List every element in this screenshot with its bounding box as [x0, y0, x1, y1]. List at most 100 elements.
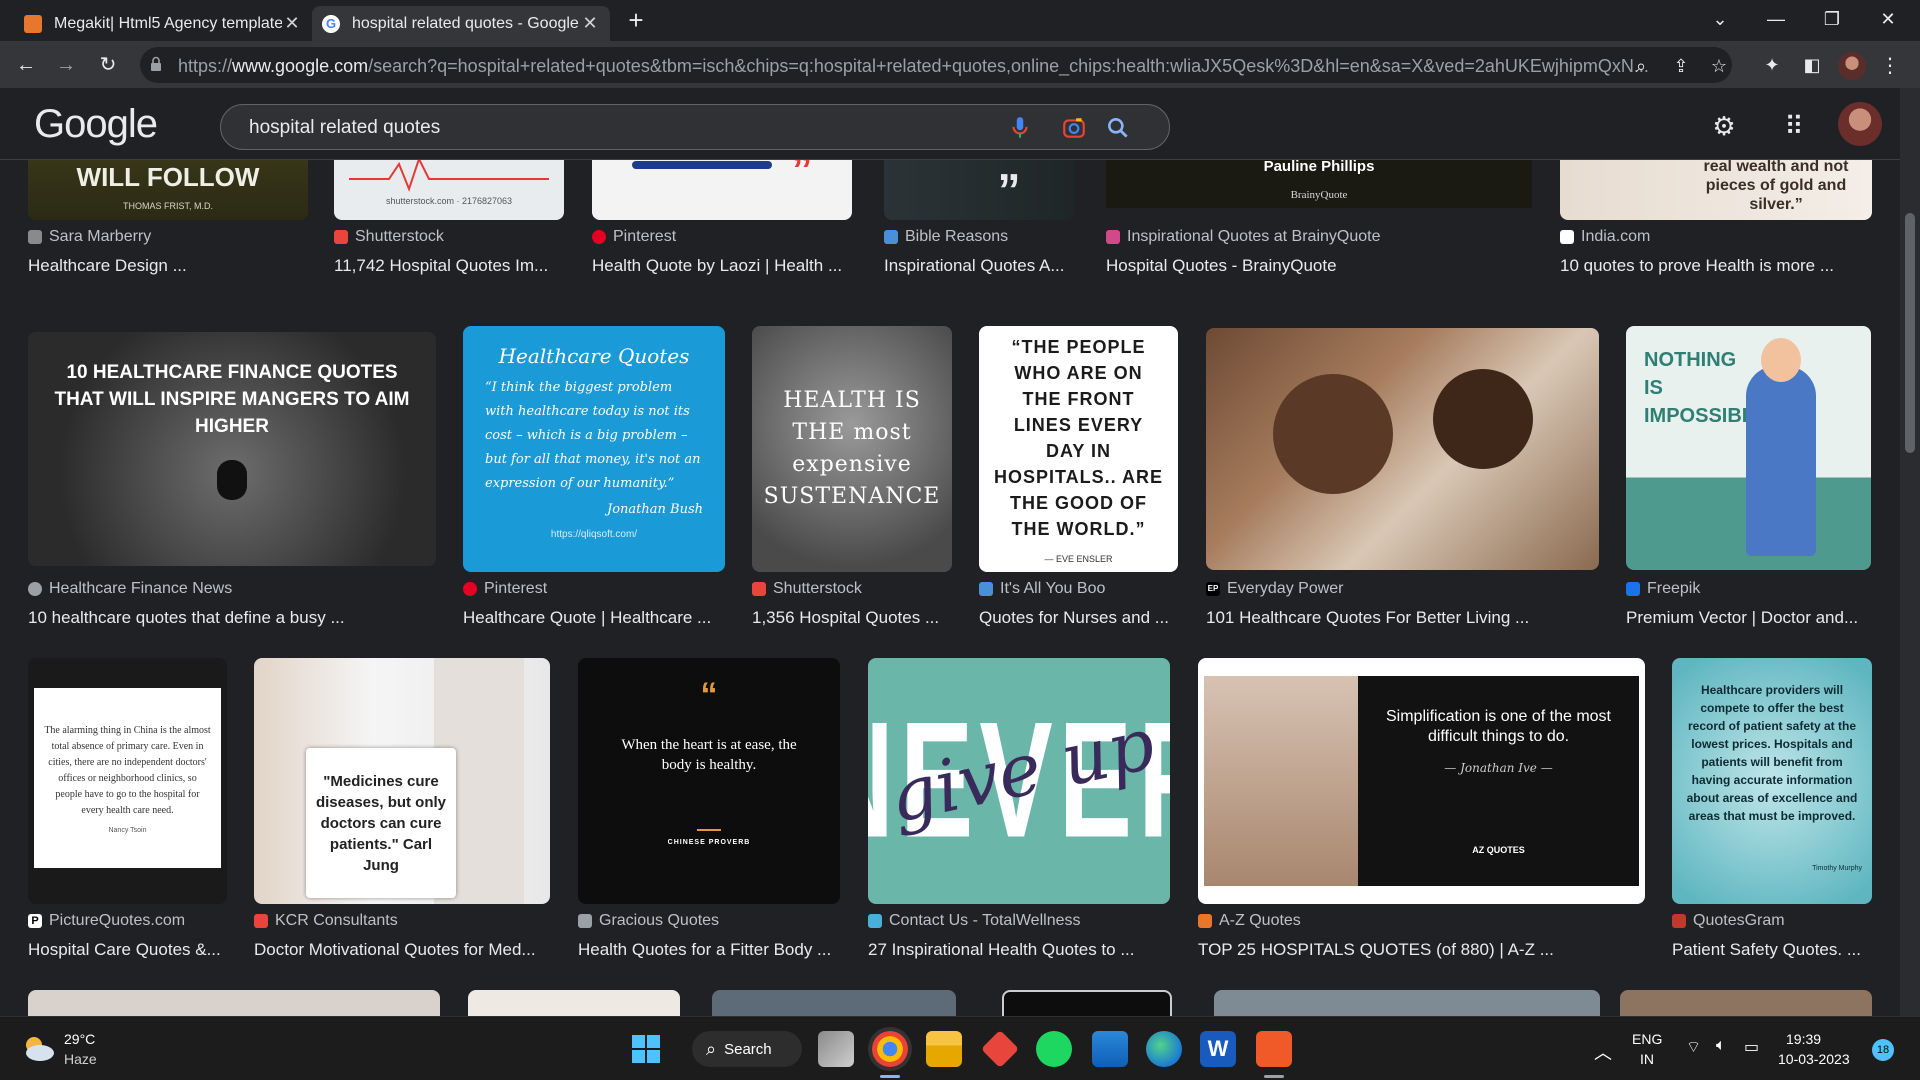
result-thumbnail[interactable] [1620, 990, 1872, 1016]
result-thumbnail[interactable]: ” [592, 160, 852, 220]
result-caption[interactable]: Quotes for Nurses and ... [979, 608, 1178, 628]
tray-chevron-icon[interactable]: ︿ [1594, 1039, 1612, 1065]
result-thumbnail[interactable]: ” [884, 160, 1074, 220]
bookmark-star-icon[interactable]: ☆ [1708, 55, 1730, 77]
result-card[interactable]: The alarming thing in China is the almos… [28, 658, 227, 959]
app-orange-icon[interactable] [1256, 1031, 1292, 1067]
result-thumbnail[interactable]: Healthcare providers will compete to off… [1672, 658, 1872, 904]
result-thumbnail[interactable] [28, 990, 440, 1016]
result-card[interactable]: Simplification is one of the most diffic… [1198, 658, 1645, 959]
minimize-button[interactable]: — [1748, 0, 1804, 41]
result-source[interactable]: EP Everyday Power [1206, 580, 1344, 598]
result-thumbnail[interactable]: “THE PEOPLE WHO ARE ON THE FRONT LINES E… [979, 326, 1178, 572]
result-card[interactable]: HEALTH IS THE most expensive SUSTENANCE … [752, 326, 952, 627]
back-button[interactable]: ← [10, 49, 42, 81]
notification-badge[interactable]: 18 [1872, 1039, 1894, 1061]
language-bottom[interactable]: IN [1640, 1051, 1654, 1067]
result-thumbnail[interactable] [1214, 990, 1600, 1016]
result-thumbnail[interactable]: “ When the heart is at ease, the body is… [578, 658, 840, 904]
result-caption[interactable]: Doctor Motivational Quotes for Med... [254, 940, 550, 960]
share-icon[interactable]: ⇪ [1670, 55, 1692, 77]
word-icon[interactable]: W [1200, 1031, 1236, 1067]
language-top[interactable]: ENG [1632, 1031, 1662, 1047]
result-card[interactable]: ” Bible Reasons Inspirational Quotes A..… [884, 160, 1074, 280]
windows-start-icon[interactable] [628, 1031, 664, 1067]
taskbar-search-button[interactable]: ⌕ Search [692, 1031, 802, 1067]
result-source[interactable]: Inspirational Quotes at BrainyQuote [1106, 228, 1380, 246]
result-source[interactable]: P PictureQuotes.com [28, 912, 185, 930]
result-source[interactable]: KCR Consultants [254, 912, 398, 930]
result-thumbnail[interactable]: The alarming thing in China is the almos… [28, 658, 227, 904]
result-source[interactable]: Shutterstock [334, 228, 444, 246]
lens-search-icon[interactable] [1061, 115, 1087, 141]
result-caption[interactable]: 101 Healthcare Quotes For Better Living … [1206, 608, 1599, 628]
file-explorer-icon[interactable] [926, 1031, 962, 1067]
new-tab-button[interactable]: + [622, 6, 650, 34]
result-thumbnail[interactable]: NOTHING IS IMPOSSIBLE [1626, 326, 1871, 570]
result-source[interactable]: Bible Reasons [884, 228, 1008, 246]
result-thumbnail[interactable] [1206, 328, 1599, 570]
extensions-puzzle-icon[interactable]: ✦ [1758, 51, 1786, 79]
weather-cloud-icon[interactable] [20, 1033, 56, 1063]
result-thumbnail[interactable]: Healthcare Quotes “I think the biggest p… [463, 326, 725, 572]
result-caption[interactable]: Hospital Care Quotes &... [28, 940, 227, 960]
close-tab-icon[interactable]: ✕ [282, 13, 302, 34]
volume-icon[interactable]: 🔈︎ [1716, 1037, 1726, 1055]
account-avatar[interactable] [1838, 102, 1882, 146]
result-card[interactable]: Healthcare providers will compete to off… [1672, 658, 1872, 959]
result-source[interactable]: Gracious Quotes [578, 912, 719, 930]
search-query[interactable]: hospital related quotes [249, 117, 440, 139]
zoom-icon[interactable]: ⌕ [1630, 55, 1652, 77]
result-card[interactable]: Healthcare Quotes “I think the biggest p… [463, 326, 725, 627]
close-tab-icon[interactable]: ✕ [580, 13, 600, 34]
clock-date[interactable]: 10-03-2023 [1778, 1051, 1850, 1067]
result-thumbnail[interactable] [1002, 990, 1172, 1016]
result-caption[interactable]: Healthcare Design ... [28, 256, 308, 276]
result-caption[interactable]: Health Quote by Laozi | Health ... [592, 256, 852, 276]
result-source[interactable]: Pinterest [463, 580, 547, 598]
wifi-icon[interactable]: ⌔ [1686, 1037, 1701, 1057]
result-caption[interactable]: Inspirational Quotes A... [884, 256, 1074, 276]
mail-icon[interactable] [1092, 1031, 1128, 1067]
result-card[interactable]: “ When the heart is at ease, the body is… [578, 658, 840, 959]
result-thumbnail[interactable]: Simplification is one of the most diffic… [1198, 658, 1645, 904]
google-logo[interactable]: Google [34, 102, 158, 147]
result-thumbnail[interactable]: HEALTH IS THE most expensive SUSTENANCE [752, 326, 952, 572]
apps-grid-icon[interactable]: ⠿ [1776, 108, 1812, 144]
result-card[interactable]: ” Pinterest Health Quote by Laozi | Heal… [592, 160, 852, 280]
app-diamond-icon[interactable] [980, 1029, 1020, 1069]
result-thumbnail[interactable]: NEVER give up [868, 658, 1170, 904]
result-card[interactable]: "Medicines cure diseases, but only docto… [254, 658, 550, 959]
result-thumbnail[interactable]: 10 HEALTHCARE FINANCE QUOTES THAT WILL I… [28, 332, 436, 566]
result-source[interactable]: Shutterstock [752, 580, 862, 598]
result-caption[interactable]: Premium Vector | Doctor and... [1626, 608, 1871, 628]
result-source[interactable]: India.com [1560, 228, 1650, 246]
result-source[interactable]: A-Z Quotes [1198, 912, 1301, 930]
tab-google-search[interactable]: G hospital related quotes - Google ✕ [312, 6, 610, 41]
search-box[interactable]: hospital related quotes [220, 104, 1170, 150]
result-card[interactable]: 10 HEALTHCARE FINANCE QUOTES THAT WILL I… [28, 332, 436, 627]
result-card[interactable]: WILL FOLLOW THOMAS FRIST, M.D. Sara Marb… [28, 160, 308, 280]
result-card[interactable]: EP Everyday Power 101 Healthcare Quotes F… [1206, 328, 1599, 627]
spotify-icon[interactable] [1036, 1031, 1072, 1067]
result-source[interactable]: Healthcare Finance News [28, 580, 232, 598]
side-panel-icon[interactable]: ◧ [1798, 51, 1826, 79]
chrome-menu-icon[interactable]: ⋮ [1880, 52, 1900, 80]
battery-icon[interactable]: ▭ [1744, 1037, 1759, 1057]
result-caption[interactable]: Patient Safety Quotes. ... [1672, 940, 1872, 960]
result-caption[interactable]: 10 healthcare quotes that define a busy … [28, 608, 436, 628]
reload-button[interactable]: ↻ [92, 49, 124, 81]
clock-time[interactable]: 19:39 [1786, 1031, 1821, 1047]
result-caption[interactable]: TOP 25 HOSPITALS QUOTES (of 880) | A-Z .… [1198, 940, 1645, 960]
result-caption[interactable]: 1,356 Hospital Quotes ... [752, 608, 952, 628]
result-thumbnail[interactable]: "Medicines cure diseases, but only docto… [254, 658, 550, 904]
close-window-button[interactable]: ✕ [1860, 0, 1916, 41]
result-card[interactable]: “THE PEOPLE WHO ARE ON THE FRONT LINES E… [979, 326, 1178, 627]
tab-megakit[interactable]: Megakit| Html5 Agency template ✕ [14, 6, 312, 41]
weather-description[interactable]: Haze [64, 1051, 97, 1067]
task-view-icon[interactable] [818, 1031, 854, 1067]
result-thumbnail[interactable]: real wealth and not pieces of gold and s… [1560, 160, 1872, 220]
chrome-profile-avatar[interactable] [1838, 52, 1866, 80]
weather-temperature[interactable]: 29°C [64, 1031, 95, 1047]
result-card[interactable]: real wealth and not pieces of gold and s… [1560, 160, 1872, 280]
